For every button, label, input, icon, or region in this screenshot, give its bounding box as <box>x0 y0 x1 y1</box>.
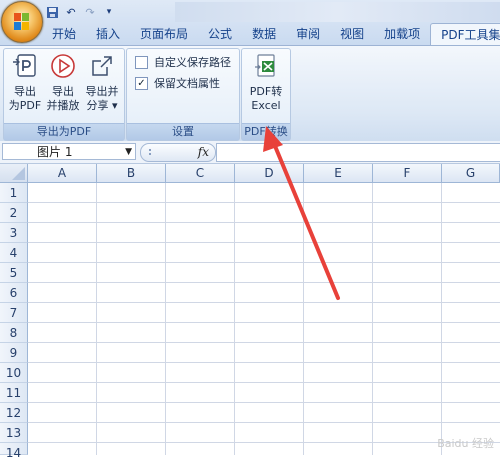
customize-icon[interactable]: ▾ <box>101 4 117 20</box>
column-header-a[interactable]: A <box>28 164 97 183</box>
tab-pdf-tools[interactable]: PDF工具集 <box>430 23 500 46</box>
resize-handle-icon[interactable] <box>149 149 159 155</box>
tab-view[interactable]: 视图 <box>330 23 374 45</box>
column-header-e[interactable]: E <box>304 164 373 183</box>
pdf-to-excel-line1: PDF转 <box>249 85 283 98</box>
row-header[interactable]: 12 <box>0 403 28 423</box>
window-title-area <box>175 2 500 22</box>
export-pdf-icon <box>13 54 36 77</box>
share-icon <box>92 56 112 76</box>
export-and-play-line1: 导出 <box>52 85 74 98</box>
custom-save-path-box[interactable] <box>135 55 148 69</box>
row-header[interactable]: 3 <box>0 223 28 243</box>
tab-addins[interactable]: 加载项 <box>374 23 430 45</box>
row-header[interactable]: 10 <box>0 363 28 383</box>
row-header[interactable]: 8 <box>0 323 28 343</box>
custom-save-path-checkbox[interactable]: 自定义保存路径 <box>135 54 231 70</box>
settings-group-label: 设置 <box>127 123 239 140</box>
title-bar: ↶ ↷ ▾ 开始 插入 页面布局 公式 数据 审阅 视图 加载项 PDF工具集 <box>0 0 500 46</box>
pdf-to-excel-icon <box>255 54 275 77</box>
row-header[interactable]: 9 <box>0 343 28 363</box>
row-header[interactable]: 7 <box>0 303 28 323</box>
column-header-d[interactable]: D <box>235 164 304 183</box>
redo-icon[interactable]: ↷ <box>82 4 98 20</box>
pdf-to-excel-line2: Excel <box>251 99 281 112</box>
column-header-b[interactable]: B <box>97 164 166 183</box>
formula-input[interactable] <box>216 143 500 162</box>
column-header-c[interactable]: C <box>166 164 235 183</box>
keep-doc-properties-label: 保留文档属性 <box>154 77 220 90</box>
pdf-convert-group-label: PDF转换 <box>242 123 290 140</box>
column-header-g[interactable]: G <box>442 164 500 183</box>
office-button[interactable] <box>1 1 43 43</box>
keep-doc-properties-checkbox[interactable]: ✓ 保留文档属性 <box>135 75 220 91</box>
formula-bar: 图片 1 ▼ fx <box>0 141 500 164</box>
chevron-down-icon[interactable]: ▼ <box>125 144 132 161</box>
spreadsheet-grid: A B C D E F G 1 2 3 4 5 6 7 8 9 10 11 12… <box>0 164 500 460</box>
insert-function-control[interactable]: fx <box>140 143 216 162</box>
export-and-play-line2: 并播放 <box>46 99 80 112</box>
export-and-share-line2: 分享 ▾ <box>86 99 118 112</box>
column-header-f[interactable]: F <box>373 164 442 183</box>
row-header[interactable]: 4 <box>0 243 28 263</box>
cell-area[interactable] <box>28 183 500 455</box>
row-header[interactable]: 11 <box>0 383 28 403</box>
tab-data[interactable]: 数据 <box>242 23 286 45</box>
quick-access-toolbar: ↶ ↷ ▾ <box>44 3 117 21</box>
export-and-share-button[interactable]: 导出并 分享 ▾ <box>82 53 122 113</box>
export-and-share-line1: 导出并 <box>85 85 119 98</box>
pdf-convert-group: PDF转 Excel PDF转换 <box>241 48 291 141</box>
export-to-pdf-button[interactable]: 导出 为PDF <box>6 53 44 113</box>
row-header[interactable]: 6 <box>0 283 28 303</box>
export-to-pdf-line1: 导出 <box>14 85 36 98</box>
ribbon: 导出 为PDF 导出 并播放 导出并 分享 ▾ 导出为PDF 自定义保存路径 ✓… <box>0 45 500 142</box>
pdf-to-excel-button[interactable]: PDF转 Excel <box>244 53 288 113</box>
ribbon-tabs: 开始 插入 页面布局 公式 数据 审阅 视图 加载项 PDF工具集 <box>42 23 500 46</box>
tab-insert[interactable]: 插入 <box>86 23 130 45</box>
export-pdf-group: 导出 为PDF 导出 并播放 导出并 分享 ▾ 导出为PDF <box>3 48 125 141</box>
undo-icon[interactable]: ↶ <box>63 4 79 20</box>
watermark: Baidu 经验 <box>437 437 494 450</box>
keep-doc-properties-box[interactable]: ✓ <box>135 76 148 90</box>
fx-icon[interactable]: fx <box>198 144 209 161</box>
row-header[interactable]: 13 <box>0 423 28 443</box>
select-all-icon <box>12 167 25 180</box>
row-header[interactable]: 5 <box>0 263 28 283</box>
tab-review[interactable]: 审阅 <box>286 23 330 45</box>
office-logo-icon <box>14 13 29 30</box>
export-pdf-group-label: 导出为PDF <box>4 123 124 140</box>
tab-page-layout[interactable]: 页面布局 <box>130 23 198 45</box>
row-header[interactable]: 1 <box>0 183 28 203</box>
row-header[interactable]: 14 <box>0 443 28 460</box>
settings-group: 自定义保存路径 ✓ 保留文档属性 设置 <box>126 48 240 141</box>
export-to-pdf-line2: 为PDF <box>8 99 42 112</box>
play-icon <box>51 54 75 78</box>
export-and-play-button[interactable]: 导出 并播放 <box>44 53 82 113</box>
name-box[interactable]: 图片 1 ▼ <box>2 143 136 160</box>
custom-save-path-label: 自定义保存路径 <box>154 56 231 69</box>
row-header[interactable]: 2 <box>0 203 28 223</box>
tab-home[interactable]: 开始 <box>42 23 86 45</box>
select-all-corner[interactable] <box>0 164 28 183</box>
tab-formulas[interactable]: 公式 <box>198 23 242 45</box>
name-box-value: 图片 1 <box>37 145 73 159</box>
save-icon[interactable] <box>44 4 60 20</box>
